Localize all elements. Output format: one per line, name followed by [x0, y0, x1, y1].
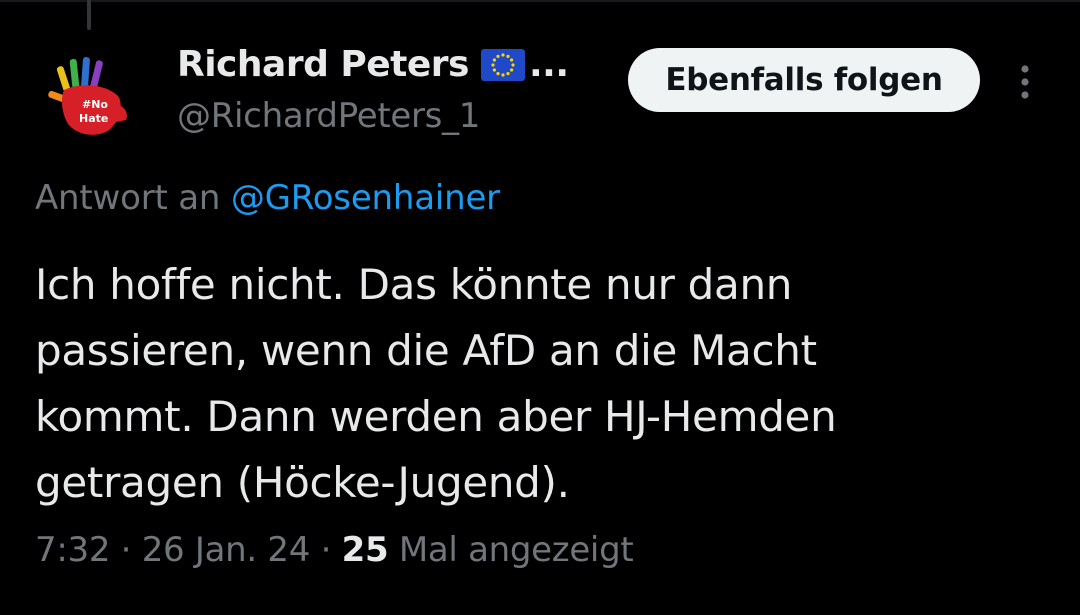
reply-context: Antwort an @GRosenhainer — [35, 178, 500, 218]
author-display-name[interactable]: Richard Peters ... — [177, 44, 569, 85]
name-truncation-ellipsis: ... — [529, 44, 569, 85]
tweet-text-line: Ich hoffe nicht. Das könnte nur dann — [35, 260, 793, 309]
views-label[interactable]: Mal angezeigt — [399, 530, 634, 570]
meta-separator: · — [320, 530, 332, 570]
tweet-metadata: 7:32 · 26 Jan. 24 · 25 Mal angezeigt — [35, 530, 634, 570]
hand-logo-icon: #No Hate — [48, 57, 127, 135]
tweet-text-line: kommt. Dann werden aber HJ-Hemden — [35, 392, 837, 441]
thread-connector-line — [87, 0, 91, 30]
reply-prefix: Antwort an — [35, 178, 221, 218]
meta-separator: · — [120, 530, 132, 570]
more-options-icon[interactable] — [1010, 62, 1040, 102]
tweet-text-line: getragen (Höcke-Jugend). — [35, 458, 570, 507]
eu-flag-icon — [481, 48, 525, 81]
tweet-text-line: passieren, wenn die AfD an die Macht — [35, 326, 817, 375]
author-handle[interactable]: @RichardPeters_1 — [177, 96, 480, 136]
views-count[interactable]: 25 — [342, 530, 389, 570]
avatar-text-line-2: Hate — [79, 112, 108, 125]
tweet-date[interactable]: 26 Jan. 24 — [142, 530, 311, 570]
avatar-text-line-1: #No — [82, 98, 108, 111]
reply-mention-link[interactable]: @GRosenhainer — [231, 178, 500, 218]
author-name-text[interactable]: Richard Peters — [177, 44, 470, 85]
follow-back-button[interactable]: Ebenfalls folgen — [628, 48, 980, 112]
tweet-time[interactable]: 7:32 — [35, 530, 110, 570]
tweet-text: Ich hoffe nicht. Das könnte nur dann pas… — [35, 252, 1045, 516]
top-divider — [0, 0, 1080, 2]
avatar[interactable]: #No Hate — [36, 46, 140, 150]
